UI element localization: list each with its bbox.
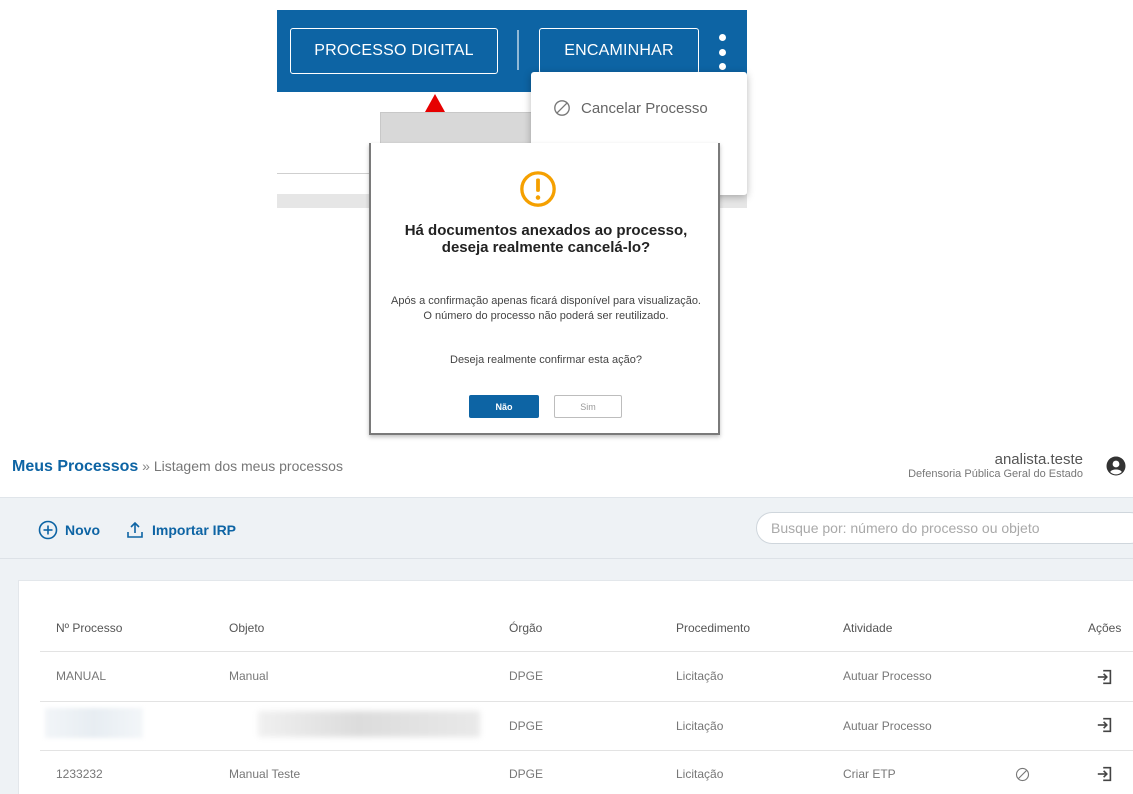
modal-title: Há documentos anexados ao processo, dese…: [404, 222, 688, 256]
novo-label: Novo: [65, 522, 100, 538]
column-header-procedimento[interactable]: Procedimento: [676, 621, 750, 635]
column-header-acoes: Ações: [1088, 621, 1122, 635]
kebab-vertical-icon[interactable]: [715, 34, 729, 70]
menu-item-label: Cancelar Processo: [581, 99, 708, 117]
table-cell-atividade: Autuar Processo: [843, 669, 932, 683]
encaminhar-button[interactable]: ENCAMINHAR: [539, 28, 699, 74]
table-cell-procedimento: Licitação: [676, 767, 724, 781]
row-divider: [40, 701, 1133, 702]
plus-circle-icon: [38, 520, 58, 540]
table-cell-objeto: Manual Teste: [229, 767, 301, 781]
enter-icon[interactable]: [1096, 765, 1114, 783]
ban-icon: [554, 100, 570, 116]
table-cell-objeto: Manual: [229, 669, 269, 683]
table-cell-orgao: DPGE: [509, 669, 544, 683]
process-table-card: [18, 580, 1133, 794]
column-header-numero[interactable]: Nº Processo: [56, 621, 122, 635]
divider: [277, 173, 377, 174]
search-input[interactable]: [756, 512, 1133, 544]
column-header-objeto[interactable]: Objeto: [229, 621, 264, 635]
ban-icon[interactable]: [1015, 767, 1030, 782]
table-cell-procedimento: Licitação: [676, 719, 724, 733]
user-org: Defensoria Pública Geral do Estado: [908, 468, 1083, 480]
upload-icon: [127, 521, 143, 538]
column-header-orgao[interactable]: Órgão: [509, 621, 542, 635]
importar-irp-button[interactable]: Importar IRP: [125, 520, 236, 540]
table-cell-numero: MANUAL: [56, 669, 107, 683]
user-info: analista.teste Defensoria Pública Geral …: [908, 452, 1083, 481]
novo-button[interactable]: Novo: [38, 520, 100, 540]
breadcrumb-current: Listagem dos meus processos: [153, 458, 343, 474]
confirm-cancel-modal: Há documentos anexados ao processo, dese…: [369, 143, 720, 435]
table-cell-orgao: DPGE: [509, 767, 544, 781]
processo-digital-button[interactable]: PROCESSO DIGITAL: [290, 28, 498, 74]
redacted-objeto: [258, 711, 480, 737]
redacted-numero: [45, 708, 143, 738]
breadcrumb-separator: »: [142, 458, 150, 474]
user-circle-icon[interactable]: [1106, 456, 1126, 476]
breadcrumb-meus-processos[interactable]: Meus Processos: [12, 458, 138, 475]
importar-irp-label: Importar IRP: [152, 522, 237, 538]
enter-icon[interactable]: [1096, 716, 1114, 734]
modal-question: Deseja realmente confirmar esta ação?: [450, 354, 642, 366]
yes-button[interactable]: Sim: [554, 395, 622, 418]
modal-body: Após a confirmação apenas ficará disponí…: [390, 295, 701, 322]
enter-icon[interactable]: [1096, 668, 1114, 686]
row-divider: [40, 750, 1133, 751]
table-cell-numero: 1233232: [56, 767, 103, 781]
toolbar-separator: [517, 30, 519, 70]
red-pointer-arrow: [425, 94, 445, 112]
menu-item-cancelar-processo[interactable]: Cancelar Processo: [531, 92, 747, 124]
table-cell-atividade: Autuar Processo: [843, 719, 932, 733]
table-cell-orgao: DPGE: [509, 719, 544, 733]
table-cell-atividade: Criar ETP: [843, 767, 896, 781]
warning-circle-icon: [520, 171, 556, 207]
row-divider: [40, 651, 1133, 652]
user-name: analista.teste: [994, 451, 1083, 468]
no-button[interactable]: Não: [469, 395, 539, 418]
breadcrumb: Meus Processos » Listagem dos meus proce…: [12, 458, 343, 476]
column-header-atividade[interactable]: Atividade: [843, 621, 892, 635]
list-toolbar: Novo Importar IRP: [0, 497, 1133, 559]
table-cell-procedimento: Licitação: [676, 669, 724, 683]
